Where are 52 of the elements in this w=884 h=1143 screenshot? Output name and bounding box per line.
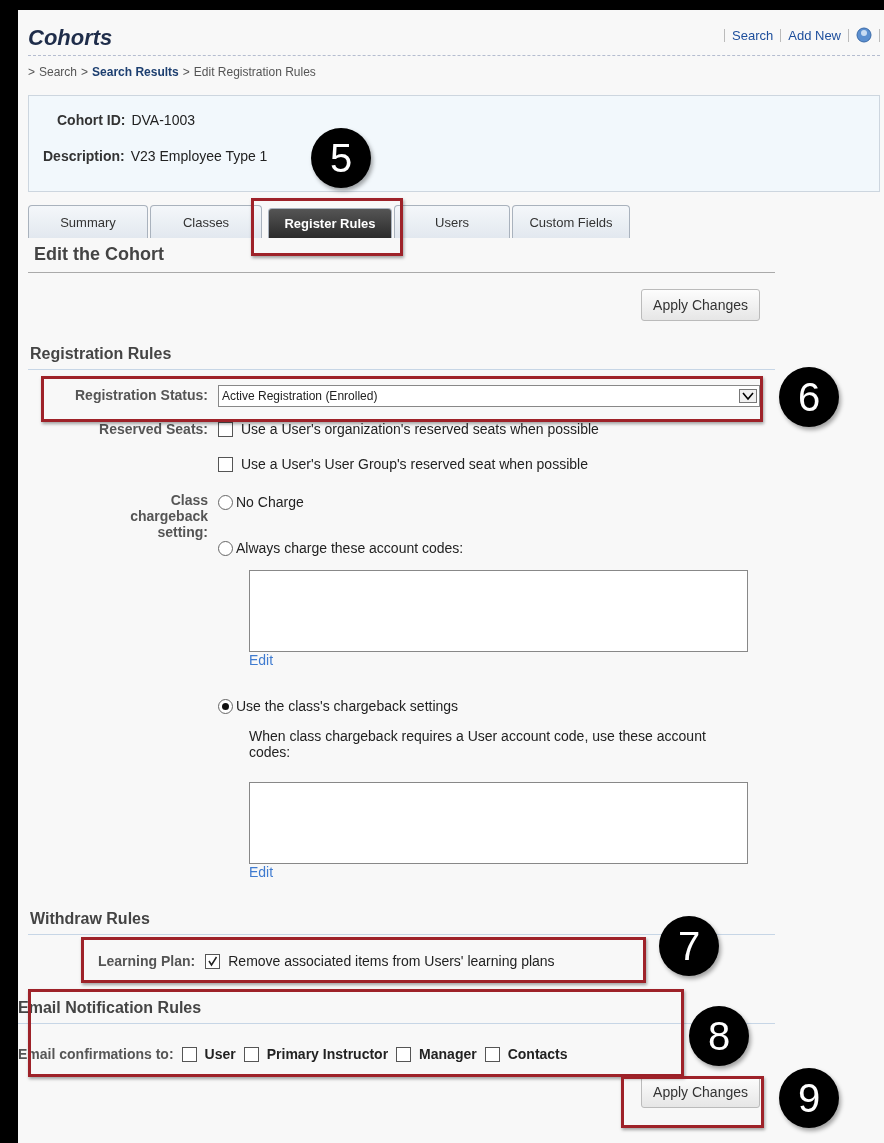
breadcrumb-separator: > bbox=[28, 65, 35, 79]
section-heading: Registration Rules bbox=[28, 339, 775, 370]
checkbox[interactable] bbox=[218, 456, 233, 472]
checkbox[interactable] bbox=[484, 1046, 500, 1062]
checkbox[interactable] bbox=[396, 1046, 412, 1062]
registration-status-dropdown[interactable]: Active Registration (Enrolled) bbox=[218, 385, 760, 407]
page-title: Cohorts bbox=[28, 25, 113, 51]
checkbox-label: Contacts bbox=[507, 1046, 568, 1062]
tab[interactable]: Custom Fields bbox=[512, 205, 630, 238]
apply-changes-button[interactable]: Apply Changes bbox=[641, 289, 760, 321]
checkbox-label: Manager bbox=[419, 1046, 477, 1062]
breadcrumb-item: Search bbox=[39, 65, 78, 79]
radio-button[interactable] bbox=[218, 698, 233, 714]
field-label: Reserved Seats: bbox=[98, 420, 208, 439]
breadcrumb-separator: > bbox=[81, 65, 89, 79]
radio-button[interactable] bbox=[218, 494, 233, 510]
checkbox-label: Use a User's User Group's reserved seat when possible bbox=[241, 456, 588, 472]
tab[interactable]: Users bbox=[394, 205, 510, 238]
field-label: Class chargeback setting: bbox=[129, 491, 208, 542]
edit-link[interactable]: Edit bbox=[249, 652, 775, 668]
breadcrumb-link[interactable]: Search Results bbox=[92, 65, 179, 79]
checkbox-label: User bbox=[204, 1046, 236, 1062]
field-label: Registration Status: bbox=[74, 386, 208, 405]
field-label: Learning Plan: bbox=[98, 953, 196, 969]
header-link[interactable]: Search bbox=[732, 27, 774, 43]
header-link[interactable]: Add New bbox=[788, 27, 841, 43]
checkbox[interactable] bbox=[243, 1046, 259, 1062]
checkbox[interactable] bbox=[181, 1046, 197, 1062]
info-label: Description: bbox=[43, 148, 125, 164]
info-value: DVA-1003 bbox=[131, 112, 195, 128]
breadcrumb-separator: > bbox=[182, 65, 190, 79]
radio-button[interactable] bbox=[218, 540, 233, 556]
section-title: Edit the Cohort bbox=[28, 238, 775, 273]
checkbox-label: Remove associated items from Users' learning plans bbox=[228, 953, 555, 969]
caret-icon bbox=[739, 389, 757, 403]
instruction-text: When class chargeback requires a User account code, use these account codes: bbox=[249, 728, 707, 760]
radio-label: Use the class's chargeback settings bbox=[236, 698, 459, 714]
account-codes-box[interactable] bbox=[249, 782, 748, 864]
checkbox-label: Use a User's organization's reserved seats when possible bbox=[241, 421, 599, 437]
edit-link[interactable]: Edit bbox=[249, 864, 775, 880]
radio-label: Always charge these account codes: bbox=[236, 540, 464, 556]
account-codes-box[interactable] bbox=[249, 570, 748, 652]
help-icon[interactable] bbox=[856, 27, 872, 43]
tab[interactable]: Summary bbox=[28, 205, 148, 238]
tab[interactable]: Classes bbox=[150, 205, 262, 238]
info-label: Cohort ID: bbox=[57, 112, 126, 128]
radio-label: No Charge bbox=[236, 494, 304, 510]
info-value: V23 Employee Type 1 bbox=[130, 148, 268, 164]
checkbox[interactable] bbox=[205, 953, 221, 969]
checkbox-label: Primary Instructor bbox=[266, 1046, 389, 1062]
breadcrumb-item: Edit Registration Rules bbox=[193, 65, 316, 79]
tab[interactable]: Register Rules bbox=[268, 208, 392, 238]
